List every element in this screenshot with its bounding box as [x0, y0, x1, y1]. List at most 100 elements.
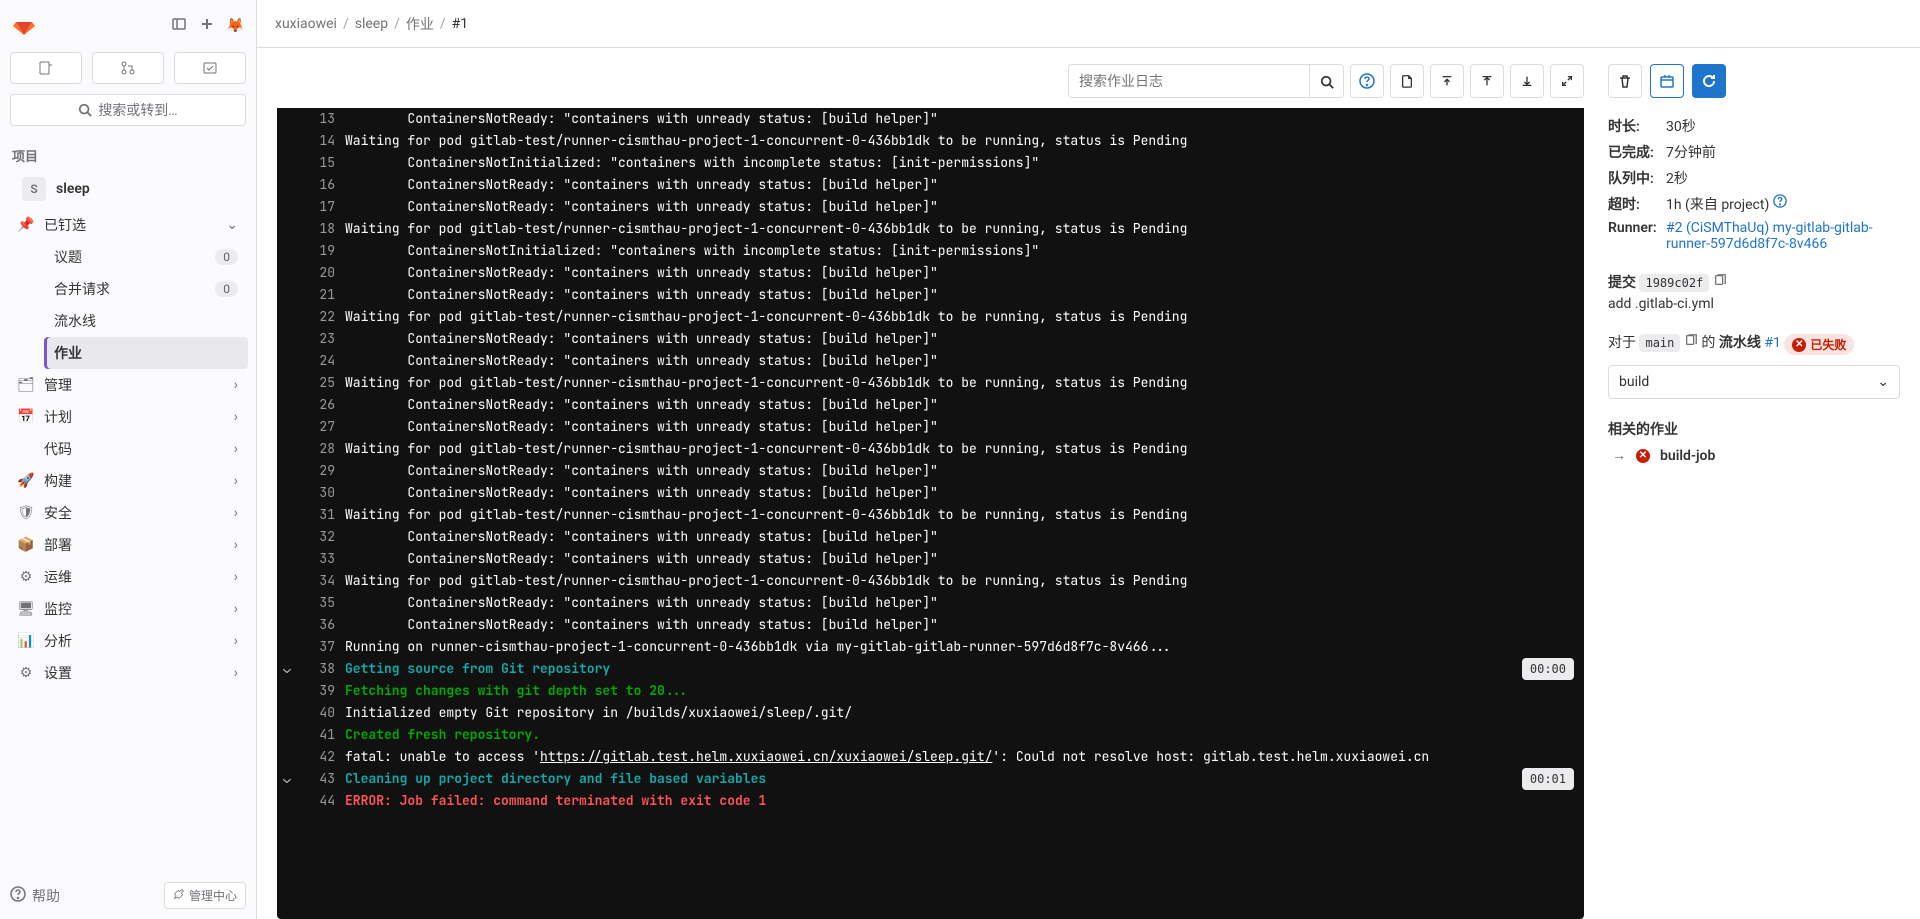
chevron-right-icon: › — [234, 409, 238, 425]
stage-dropdown[interactable]: build ⌄ — [1608, 365, 1900, 399]
pipeline-status-badge: ✕已失败 — [1784, 334, 1854, 355]
job-log-toolbar — [277, 54, 1584, 108]
scroll-top-button[interactable] — [1430, 64, 1464, 98]
job-log-help-button[interactable] — [1350, 64, 1384, 98]
log-line: 19 ContainersNotInitialized: "containers… — [277, 240, 1584, 262]
related-job-item[interactable]: → ✕ build-job — [1608, 439, 1900, 472]
nav-icon: 📦 — [18, 537, 34, 553]
log-line: 34Waiting for pod gitlab-test/runner-cis… — [277, 570, 1584, 592]
avatar-icon[interactable]: 🦊 — [227, 18, 244, 34]
commit-sha[interactable]: 1989c02f — [1639, 274, 1709, 292]
log-line: 17 ContainersNotReady: "containers with … — [277, 196, 1584, 218]
nav-item-运维[interactable]: ⚙运维› — [8, 561, 248, 593]
search-submit-button[interactable] — [1309, 65, 1343, 98]
nav-item-构建[interactable]: 🚀构建› — [8, 465, 248, 497]
todo-nav-button[interactable] — [174, 52, 246, 84]
chevron-right-icon: › — [234, 569, 238, 585]
log-line: 42fatal: unable to access 'https://gitla… — [277, 746, 1584, 768]
project-name: sleep — [56, 181, 90, 197]
admin-area-button[interactable]: 管理中心 — [164, 882, 246, 909]
project-letter-icon: S — [22, 177, 46, 201]
global-search-placeholder: 搜索或转到… — [98, 100, 177, 120]
raw-log-button[interactable] — [1390, 64, 1424, 98]
log-line: 29 ContainersNotReady: "containers with … — [277, 460, 1584, 482]
copy-icon[interactable] — [1713, 275, 1727, 291]
nav-item-安全[interactable]: 🛡安全› — [8, 497, 248, 529]
breadcrumb-owner[interactable]: xuxiaowei — [275, 16, 337, 32]
pinned-item-合并请求[interactable]: 合并请求0 — [44, 273, 248, 305]
panel-left-icon[interactable] — [171, 16, 187, 36]
retry-job-button[interactable] — [1692, 64, 1726, 98]
nav-item-设置[interactable]: ⚙设置› — [8, 657, 248, 689]
log-line: 40Initialized empty Git repository in /b… — [277, 702, 1584, 724]
nav-item-代码[interactable]: 代码› — [8, 433, 248, 465]
log-line: 31Waiting for pod gitlab-test/runner-cis… — [277, 504, 1584, 526]
chevron-right-icon: › — [234, 377, 238, 393]
branch-name[interactable]: main — [1639, 334, 1680, 352]
nav-icon: 🗂 — [18, 377, 34, 393]
job-log[interactable]: 13 ContainersNotReady: "containers with … — [277, 108, 1584, 919]
plus-icon[interactable] — [199, 16, 215, 36]
log-line: 27 ContainersNotReady: "containers with … — [277, 416, 1584, 438]
log-line: ⌄43Cleaning up project directory and fil… — [277, 768, 1584, 790]
breadcrumb-project[interactable]: sleep — [355, 16, 388, 32]
info-icon[interactable] — [1773, 194, 1787, 214]
log-line: 16 ContainersNotReady: "containers with … — [277, 174, 1584, 196]
log-line: 39Fetching changes with git depth set to… — [277, 680, 1584, 702]
fullscreen-button[interactable] — [1550, 64, 1584, 98]
collapse-toggle[interactable]: ⌄ — [277, 658, 297, 680]
log-line: 26 ContainersNotReady: "containers with … — [277, 394, 1584, 416]
chevron-down-icon: ⌄ — [226, 217, 238, 233]
chevron-down-icon: ⌄ — [1877, 374, 1889, 390]
log-line: 14Waiting for pod gitlab-test/runner-cis… — [277, 130, 1584, 152]
global-search-button[interactable]: 搜索或转到… — [10, 94, 246, 126]
copy-branch-icon[interactable] — [1684, 335, 1698, 351]
nav-icon: 🖥 — [18, 601, 34, 617]
job-details-sidebar: 时长:30秒 已完成:7分钟前 队列中:2秒 超时:1h (来自 project… — [1604, 54, 1904, 919]
job-log-search-input[interactable] — [1069, 65, 1309, 97]
log-line: 37Running on runner-cismthau-project-1-c… — [277, 636, 1584, 658]
log-line: 28Waiting for pod gitlab-test/runner-cis… — [277, 438, 1584, 460]
pinned-item-作业[interactable]: 作业 — [44, 337, 248, 369]
arrow-right-icon: → — [1612, 447, 1626, 464]
pinned-item-议题[interactable]: 议题0 — [44, 241, 248, 273]
job-status-failed-icon: ✕ — [1636, 449, 1650, 463]
help-icon — [10, 886, 26, 906]
log-line: 36 ContainersNotReady: "containers with … — [277, 614, 1584, 636]
log-line: ⌄38Getting source from Git repository00:… — [277, 658, 1584, 680]
pinned-item-流水线[interactable]: 流水线 — [44, 305, 248, 337]
collapse-toggle[interactable]: ⌄ — [277, 768, 297, 790]
log-line: 44ERROR: Job failed: command terminated … — [277, 790, 1584, 812]
log-line: 35 ContainersNotReady: "containers with … — [277, 592, 1584, 614]
search-icon — [78, 103, 92, 117]
nav-item-管理[interactable]: 🗂管理› — [8, 369, 248, 401]
runner-link[interactable]: #2 (CiSMThaUq) my-gitlab-gitlab-runner-5… — [1666, 220, 1900, 252]
log-line: 33 ContainersNotReady: "containers with … — [277, 548, 1584, 570]
issue-nav-button[interactable] — [10, 52, 82, 84]
nav-item-分析[interactable]: 📊分析› — [8, 625, 248, 657]
scroll-bottom-top-button[interactable] — [1470, 64, 1504, 98]
cancel-job-button[interactable] — [1650, 64, 1684, 98]
project-item[interactable]: S sleep — [8, 169, 248, 209]
scroll-bottom-button[interactable] — [1510, 64, 1544, 98]
help-link[interactable]: 帮助 — [10, 886, 60, 906]
log-line: 13 ContainersNotReady: "containers with … — [277, 108, 1584, 130]
sidebar: 🦊 搜索或转到… 项目 S sleep 📌 已钉选 ⌄ 议题0合并请求0流水线作… — [0, 0, 257, 919]
nav-icon: 🛡 — [18, 505, 34, 521]
mr-nav-button[interactable] — [92, 52, 164, 84]
log-line: 32 ContainersNotReady: "containers with … — [277, 526, 1584, 548]
nav-item-计划[interactable]: 📅计划› — [8, 401, 248, 433]
pin-icon: 📌 — [18, 217, 34, 233]
pinned-section-header[interactable]: 📌 已钉选 ⌄ — [8, 209, 248, 241]
erase-job-log-button[interactable] — [1608, 64, 1642, 98]
pipeline-link[interactable]: #1 — [1764, 335, 1781, 351]
nav-item-监控[interactable]: 🖥监控› — [8, 593, 248, 625]
breadcrumb-jobs[interactable]: 作业 — [406, 14, 434, 34]
nav-item-部署[interactable]: 📦部署› — [8, 529, 248, 561]
gitlab-logo-icon[interactable] — [12, 12, 36, 40]
chevron-right-icon: › — [234, 537, 238, 553]
job-log-search — [1068, 64, 1344, 98]
commit-message: add .gitlab-ci.yml — [1608, 296, 1900, 312]
log-line: 23 ContainersNotReady: "containers with … — [277, 328, 1584, 350]
log-line: 22Waiting for pod gitlab-test/runner-cis… — [277, 306, 1584, 328]
